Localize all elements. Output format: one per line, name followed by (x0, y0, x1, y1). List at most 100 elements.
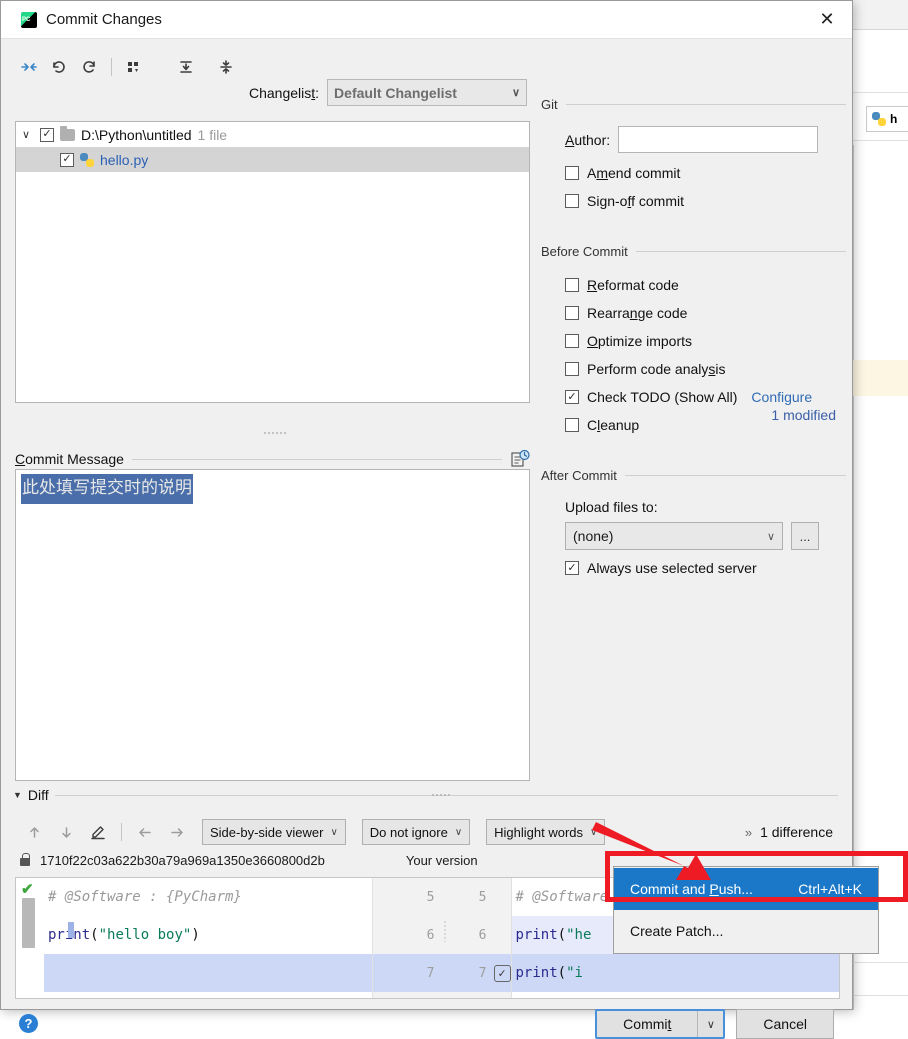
collapse-all-icon[interactable] (212, 54, 240, 80)
commit-split-button[interactable]: Commi t ∨ (595, 1009, 726, 1039)
browse-servers-button[interactable]: ... (791, 522, 819, 550)
check-todo-checkbox[interactable]: ✓ (565, 390, 579, 404)
configure-todo-link[interactable]: Configure (751, 389, 812, 405)
always-use-server-checkbox-row[interactable]: ✓ Always use selected server (565, 560, 846, 576)
expand-all-icon[interactable] (172, 54, 200, 80)
accept-change-checkbox[interactable]: ✓ (493, 964, 511, 982)
collapse-diff-icon[interactable]: ▼ (13, 790, 22, 800)
rearrange-code-checkbox-row[interactable]: Rearrange code (565, 305, 846, 321)
commit-history-icon[interactable] (510, 449, 530, 469)
commit-button[interactable]: Commi t (597, 1011, 698, 1037)
show-diff-icon[interactable] (15, 54, 43, 80)
rollback-icon[interactable] (45, 54, 73, 80)
divider (131, 458, 502, 460)
ignore-mode-select[interactable]: Do not ignore ∨ (361, 819, 471, 845)
amend-commit-label: Amend commit (587, 165, 681, 181)
diff-line: print("hello boy") (44, 916, 372, 954)
difference-count-label: 1 difference (760, 824, 833, 840)
author-field[interactable] (618, 126, 819, 153)
commit-message-input[interactable]: 此处填写提交时的说明 (15, 469, 530, 781)
lock-icon (19, 853, 31, 867)
editor-tab-hello-py[interactable]: h (866, 106, 908, 132)
apply-left-icon[interactable] (132, 819, 158, 845)
file-checkbox[interactable]: ✓ (60, 152, 74, 167)
commit-options-context-menu: Commit and Push... Ctrl+Alt+K Create Pat… (613, 866, 879, 954)
reformat-code-checkbox-row[interactable]: Reformat code (565, 277, 846, 293)
perform-code-analysis-checkbox[interactable] (565, 362, 579, 376)
amend-commit-checkbox[interactable] (565, 166, 579, 180)
optimize-imports-checkbox[interactable] (565, 334, 579, 348)
highlight-mode-select[interactable]: Highlight words ∨ (486, 819, 606, 845)
cleanup-checkbox[interactable] (565, 418, 579, 432)
author-row: Author: (565, 126, 846, 153)
python-file-icon (80, 152, 94, 167)
changelist-select[interactable]: Default Changelist ∨ (327, 79, 528, 106)
reformat-code-checkbox[interactable] (565, 278, 579, 292)
diff-line-numbers: 5 5 6 6 7 7 ✓ (371, 878, 512, 998)
always-use-server-checkbox[interactable]: ✓ (565, 561, 579, 575)
perform-code-analysis-checkbox-row[interactable]: Perform code analysis (565, 361, 846, 377)
apply-right-icon[interactable] (164, 819, 190, 845)
before-commit-group-title: Before Commit (541, 244, 628, 259)
python-file-icon (872, 112, 886, 126)
ide-divider (853, 962, 908, 963)
diff-scrollbar-thumb[interactable] (22, 898, 35, 948)
rearrange-code-checkbox[interactable] (565, 306, 579, 320)
optimize-imports-checkbox-row[interactable]: Optimize imports (565, 333, 846, 349)
refresh-icon[interactable] (75, 54, 103, 80)
divider (565, 104, 846, 105)
menu-item-commit-and-push[interactable]: Commit and Push... Ctrl+Alt+K (614, 868, 878, 910)
edit-source-icon[interactable] (85, 819, 111, 845)
diff-line-keyword: print (515, 927, 558, 943)
previous-difference-icon[interactable] (21, 819, 47, 845)
diff-line-added: print("i (511, 954, 839, 992)
root-checkbox[interactable]: ✓ (40, 127, 54, 142)
splitter-handle[interactable] (263, 431, 287, 436)
left-line-number: 7 (426, 965, 435, 981)
menu-item-label: Commit and Push... (630, 881, 753, 897)
upload-files-label: Upload files to: (565, 499, 658, 515)
tree-row-root[interactable]: ∨ ✓ D:\Python\untitled 1 file (16, 122, 529, 147)
diff-toolbar-right: » 1 difference (745, 824, 841, 840)
cleanup-checkbox-row[interactable]: Cleanup (565, 417, 846, 433)
chevron-down-icon[interactable]: ∨ (22, 128, 34, 141)
chevron-down-icon: ∨ (766, 530, 775, 543)
menu-item-create-patch[interactable]: Create Patch... (614, 910, 878, 952)
chevron-down-icon: ∨ (511, 87, 521, 99)
amend-commit-checkbox-row[interactable]: Amend commit (565, 165, 846, 181)
chevron-down-icon: ∨ (454, 826, 463, 838)
changes-file-tree[interactable]: ∨ ✓ D:\Python\untitled 1 file ✓ hello.py (15, 121, 530, 403)
ide-divider (853, 140, 908, 141)
help-icon[interactable]: ? (19, 1014, 38, 1033)
check-todo-label: Check TODO (Show All) (587, 389, 738, 405)
upload-server-value: (none) (573, 528, 614, 544)
menu-item-label: Create Patch... (630, 923, 724, 939)
divider (54, 792, 838, 798)
commit-options-chevron-icon[interactable]: ∨ (697, 1011, 724, 1037)
ide-toolbar-strip (850, 0, 908, 30)
left-line-number: 5 (426, 889, 435, 905)
diff-connector (442, 920, 448, 942)
more-options-icon[interactable]: » (745, 825, 752, 840)
right-version-label: Your version (405, 852, 478, 868)
menu-item-shortcut: Ctrl+Alt+K (798, 881, 862, 897)
divider (635, 251, 846, 252)
left-line-number: 6 (426, 927, 435, 943)
group-by-icon[interactable] (120, 54, 148, 80)
ide-divider (853, 995, 908, 996)
tree-row-file[interactable]: ✓ hello.py (16, 147, 529, 172)
sign-off-commit-checkbox-row[interactable]: Sign-off commit (565, 193, 846, 209)
viewer-mode-select[interactable]: Side-by-side viewer ∨ (202, 819, 346, 845)
sign-off-commit-checkbox[interactable] (565, 194, 579, 208)
close-icon[interactable]: ✕ (810, 5, 844, 35)
check-todo-checkbox-row[interactable]: ✓ Check TODO (Show All) Configure (565, 389, 846, 405)
diff-left-gutter: ✔ (16, 878, 44, 998)
diff-left-pane[interactable]: # @Software : {PyCharm} print("hello boy… (44, 878, 372, 998)
cancel-button[interactable]: Cancel (736, 1009, 834, 1039)
ignore-mode-value: Do not ignore (369, 824, 448, 840)
upload-server-select[interactable]: (none) ∨ (565, 522, 783, 550)
diff-line-string: "i (566, 965, 583, 981)
next-difference-icon[interactable] (53, 819, 79, 845)
author-label: Author: (565, 131, 611, 148)
diff-ok-icon: ✔ (21, 881, 34, 898)
